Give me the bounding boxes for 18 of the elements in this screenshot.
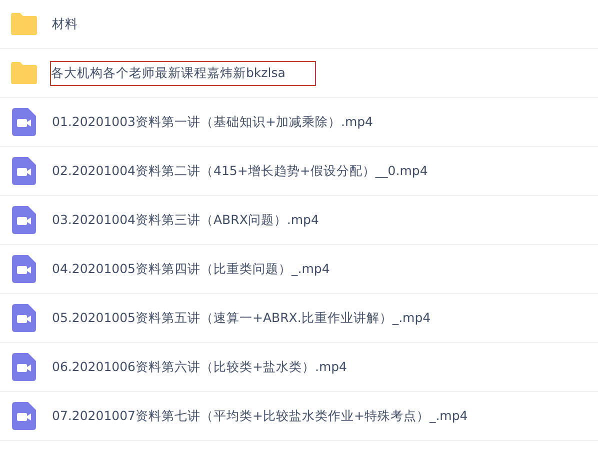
video-file-icon (12, 108, 36, 136)
file-name[interactable]: 05.20201005资料第五讲（速算一+ABRX.比重作业讲解）_.mp4 (51, 306, 432, 330)
video-file-icon (12, 255, 36, 283)
file-name[interactable]: 06.20201006资料第六讲（比较类+盐水类）.mp4 (51, 354, 348, 380)
video-file-icon (12, 402, 36, 430)
video-file-icon (12, 353, 36, 381)
file-name[interactable]: 03.20201004资料第三讲（ABRX问题）.mp4 (51, 208, 320, 232)
file-name[interactable]: 04.20201005资料第四讲（比重类问题）_.mp4 (51, 256, 331, 282)
folder-icon (10, 61, 38, 85)
folder-icon (10, 12, 38, 36)
video-file-icon (12, 157, 36, 185)
file-name[interactable]: 各大机构各个老师最新课程嘉炜新bkzlsa (50, 60, 316, 86)
file-name[interactable]: 07.20201007资料第七讲（平均类+比较盐水类作业+特殊考点）_.mp4 (51, 404, 469, 428)
video-file-icon (12, 206, 36, 234)
file-name[interactable]: 材料 (51, 12, 79, 36)
video-file-icon (12, 304, 36, 332)
file-name[interactable]: 02.20201004资料第二讲（415+增长趋势+假设分配）__0.mp4 (51, 158, 429, 184)
file-name[interactable]: 01.20201003资料第一讲（基础知识+加减乘除）.mp4 (51, 110, 374, 134)
